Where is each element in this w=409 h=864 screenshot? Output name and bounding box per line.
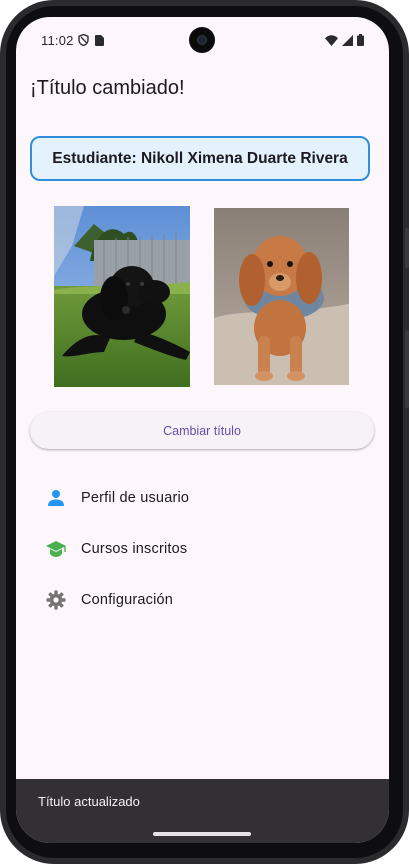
person-icon — [45, 487, 67, 509]
battery-icon — [357, 33, 364, 51]
shield-icon — [78, 33, 89, 51]
menu-item-settings[interactable]: Configuración — [16, 575, 389, 625]
black-puppy-photo — [54, 206, 190, 387]
student-name-text: Estudiante: Nikoll Ximena Duarte Rivera — [52, 149, 348, 167]
phone-frame: 11:02 ¡Título cambiado! Estudiante: Niko… — [0, 0, 409, 864]
school-icon — [45, 538, 67, 560]
menu-item-label: Configuración — [81, 592, 174, 608]
snackbar: Título actualizado — [16, 779, 389, 843]
status-icons-right — [325, 33, 364, 51]
screen: 11:02 ¡Título cambiado! Estudiante: Niko… — [16, 17, 389, 843]
app-bar-title: ¡Título cambiado! — [30, 77, 185, 99]
power-button — [405, 228, 409, 268]
menu-item-courses[interactable]: Cursos inscritos — [16, 524, 389, 574]
menu-item-profile[interactable]: Perfil de usuario — [16, 473, 389, 523]
student-card: Estudiante: Nikoll Ximena Duarte Rivera — [30, 136, 370, 181]
wifi-icon — [325, 33, 338, 51]
snackbar-message: Título actualizado — [38, 794, 140, 809]
change-title-label: Cambiar título — [163, 423, 241, 438]
front-camera — [189, 27, 215, 53]
menu-item-label: Perfil de usuario — [81, 490, 190, 506]
status-bar: 11:02 — [16, 17, 389, 63]
status-icons-left — [78, 33, 104, 51]
gear-icon — [45, 589, 67, 611]
volume-button — [405, 330, 409, 408]
status-time: 11:02 — [41, 33, 74, 48]
signal-icon — [342, 33, 353, 51]
change-title-button[interactable]: Cambiar título — [30, 412, 374, 449]
sim-card-icon — [95, 33, 104, 51]
menu-item-label: Cursos inscritos — [81, 541, 188, 557]
home-indicator[interactable] — [153, 832, 251, 836]
brown-puppy-photo — [214, 208, 349, 385]
